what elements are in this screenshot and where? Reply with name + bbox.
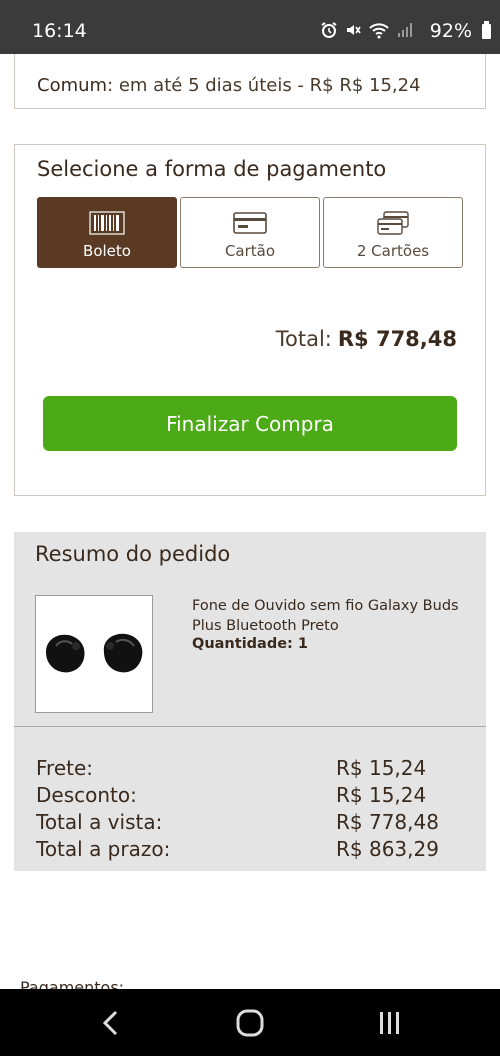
- recent-apps-icon[interactable]: [370, 1007, 410, 1039]
- order-summary: Resumo do pedido Fone de Ouvido sem fio …: [14, 532, 486, 871]
- summary-row-value: R$ 863,29: [336, 837, 439, 861]
- finalize-purchase-button[interactable]: Finalizar Compra: [43, 396, 457, 451]
- status-bar: 16:14 92%: [0, 0, 500, 54]
- summary-row-label: Desconto:: [36, 783, 137, 807]
- shipping-box: Comum: em até 5 dias úteis - R$ R$ 15,24: [14, 54, 486, 109]
- summary-row-label: Frete:: [36, 756, 94, 780]
- system-nav-bar: [0, 989, 500, 1056]
- total-label: Total:: [275, 327, 332, 351]
- summary-row-desconto: Desconto: R$ 15,24: [36, 783, 466, 810]
- summary-row-value: R$ 15,24: [336, 756, 427, 780]
- status-time: 16:14: [32, 20, 87, 42]
- total-value: R$ 778,48: [337, 327, 457, 351]
- battery-percent: 92%: [429, 20, 472, 42]
- shipping-option-name: Comum: [37, 75, 108, 96]
- summary-row-frete: Frete: R$ 15,24: [36, 756, 466, 783]
- payment-option-2-cartoes[interactable]: 2 Cartões: [323, 197, 463, 268]
- mute-icon: [344, 21, 362, 39]
- payment-section: Selecione a forma de pagamento Boleto Ca…: [14, 144, 486, 496]
- payment-option-label: Cartão: [224, 242, 276, 260]
- product-quantity: Quantidade: 1: [192, 636, 308, 652]
- summary-row-total-prazo: Total a prazo: R$ 863,29: [36, 837, 466, 864]
- signal-icon: [396, 21, 414, 39]
- credit-card-icon: [181, 210, 319, 236]
- earbuds-image: [46, 633, 143, 673]
- summary-title: Resumo do pedido: [35, 542, 231, 566]
- alarm-icon: [320, 21, 338, 39]
- payment-option-label: 2 Cartões: [356, 242, 430, 260]
- total-row: Total: R$ 778,48: [276, 327, 457, 351]
- home-icon[interactable]: [230, 1007, 270, 1039]
- summary-row-total-vista: Total a vista: R$ 778,48: [36, 810, 466, 837]
- summary-divider: [14, 726, 486, 727]
- back-icon[interactable]: [91, 1007, 131, 1039]
- shipping-option-detail: : em até 5 dias úteis - R$ R$ 15,24: [107, 75, 421, 96]
- summary-row-value: R$ 15,24: [336, 783, 427, 807]
- barcode-icon: [38, 210, 176, 236]
- payment-option-boleto[interactable]: Boleto: [37, 197, 177, 268]
- payment-option-label: Boleto: [83, 242, 131, 260]
- wifi-icon: [368, 21, 390, 39]
- summary-row-value: R$ 778,48: [336, 810, 439, 834]
- two-cards-icon: [324, 210, 462, 236]
- product-image[interactable]: [35, 595, 153, 713]
- payment-title: Selecione a forma de pagamento: [37, 157, 387, 181]
- payment-option-cartao[interactable]: Cartão: [180, 197, 320, 268]
- status-icons: [320, 21, 414, 39]
- product-name: Fone de Ouvido sem fio Galaxy Buds Plus …: [192, 598, 459, 634]
- battery-icon: [482, 21, 491, 39]
- summary-totals: Frete: R$ 15,24 Desconto: R$ 15,24 Total…: [36, 756, 466, 864]
- summary-row-label: Total a vista:: [36, 810, 163, 834]
- summary-row-label: Total a prazo:: [36, 837, 171, 861]
- shipping-option-text: Comum: em até 5 dias úteis - R$ R$ 15,24: [37, 75, 421, 96]
